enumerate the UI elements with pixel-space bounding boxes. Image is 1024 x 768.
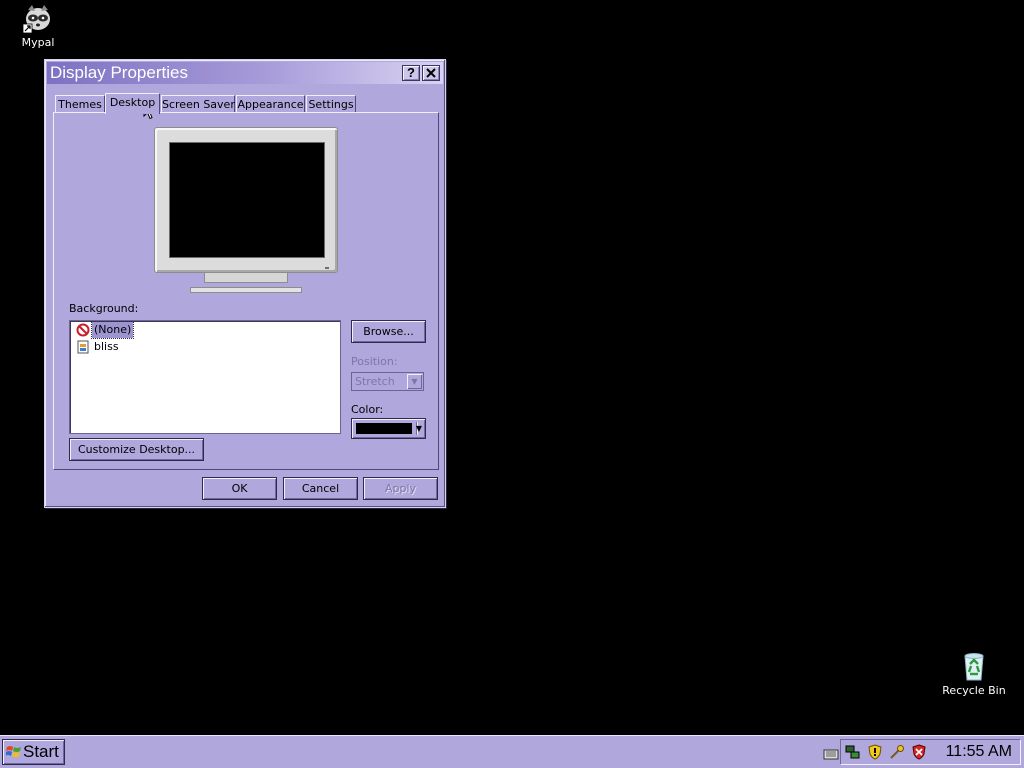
color-picker-button[interactable]: ▼	[351, 418, 426, 439]
taskbar: Start 11:55 AM	[0, 735, 1024, 768]
desktop-icon-label: Recycle Bin	[942, 684, 1006, 697]
network-icon[interactable]	[845, 744, 861, 760]
tab-desktop[interactable]: Desktop	[105, 93, 160, 114]
preview-screen	[169, 142, 325, 258]
monitor-preview	[154, 127, 338, 273]
close-button[interactable]	[422, 65, 440, 81]
tab-appearance[interactable]: Appearance	[236, 95, 305, 113]
no-wallpaper-icon	[76, 323, 90, 337]
desktop: Mypal Recycle Bin Display Properties ? T…	[0, 0, 1024, 735]
background-list[interactable]: (None) bliss	[69, 320, 341, 434]
desktop-tab-panel: Background: (None) bliss Browse... Posit…	[53, 112, 439, 470]
clock[interactable]: 11:55 AM	[946, 742, 1012, 762]
close-icon	[426, 68, 436, 78]
windows-logo-icon	[6, 746, 21, 757]
color-swatch	[356, 423, 412, 434]
color-label: Color:	[351, 403, 384, 416]
position-select[interactable]: Stretch ▼	[351, 372, 424, 391]
tab-themes[interactable]: Themes	[55, 95, 105, 113]
start-button[interactable]: Start	[2, 739, 65, 765]
help-button[interactable]: ?	[402, 65, 420, 81]
raccoon-shortcut-icon	[22, 2, 54, 34]
tab-settings[interactable]: Settings	[306, 95, 356, 113]
start-label: Start	[23, 742, 59, 761]
browse-button[interactable]: Browse...	[351, 320, 426, 343]
tab-screen-saver[interactable]: Screen Saver	[161, 95, 235, 113]
chevron-down-icon: ▼	[407, 374, 422, 389]
ok-button[interactable]: OK	[202, 477, 277, 500]
monitor-stand	[204, 273, 288, 283]
desktop-icon-recycle-bin[interactable]: Recycle Bin	[938, 650, 1010, 697]
image-file-icon	[77, 340, 89, 354]
display-properties-dialog: Display Properties ? Themes Desktop Scre…	[44, 59, 446, 508]
list-item-label: (None)	[90, 321, 135, 339]
cancel-button[interactable]: Cancel	[283, 477, 358, 500]
desktop-icon-label: Mypal	[21, 36, 55, 49]
tools-icon[interactable]	[889, 744, 905, 760]
system-tray: 11:55 AM	[823, 739, 1021, 765]
position-label: Position:	[351, 355, 398, 368]
title-bar[interactable]: Display Properties ?	[47, 62, 443, 84]
desktop-icon-mypal[interactable]: Mypal	[2, 2, 74, 49]
recycle-bin-icon	[958, 650, 990, 682]
position-value: Stretch	[355, 375, 395, 388]
window-title: Display Properties	[50, 63, 188, 82]
security-shield-icon[interactable]	[867, 744, 883, 760]
antivirus-shield-icon[interactable]	[911, 744, 927, 760]
background-label: Background:	[69, 302, 139, 315]
chevron-down-icon: ▼	[415, 424, 422, 433]
apply-button[interactable]: Apply	[363, 477, 438, 500]
list-item-label: bliss	[94, 340, 119, 353]
customize-desktop-button[interactable]: Customize Desktop...	[69, 438, 204, 461]
monitor-base	[190, 287, 302, 293]
monitor-led	[325, 267, 329, 269]
keyboard-icon[interactable]	[823, 746, 839, 762]
